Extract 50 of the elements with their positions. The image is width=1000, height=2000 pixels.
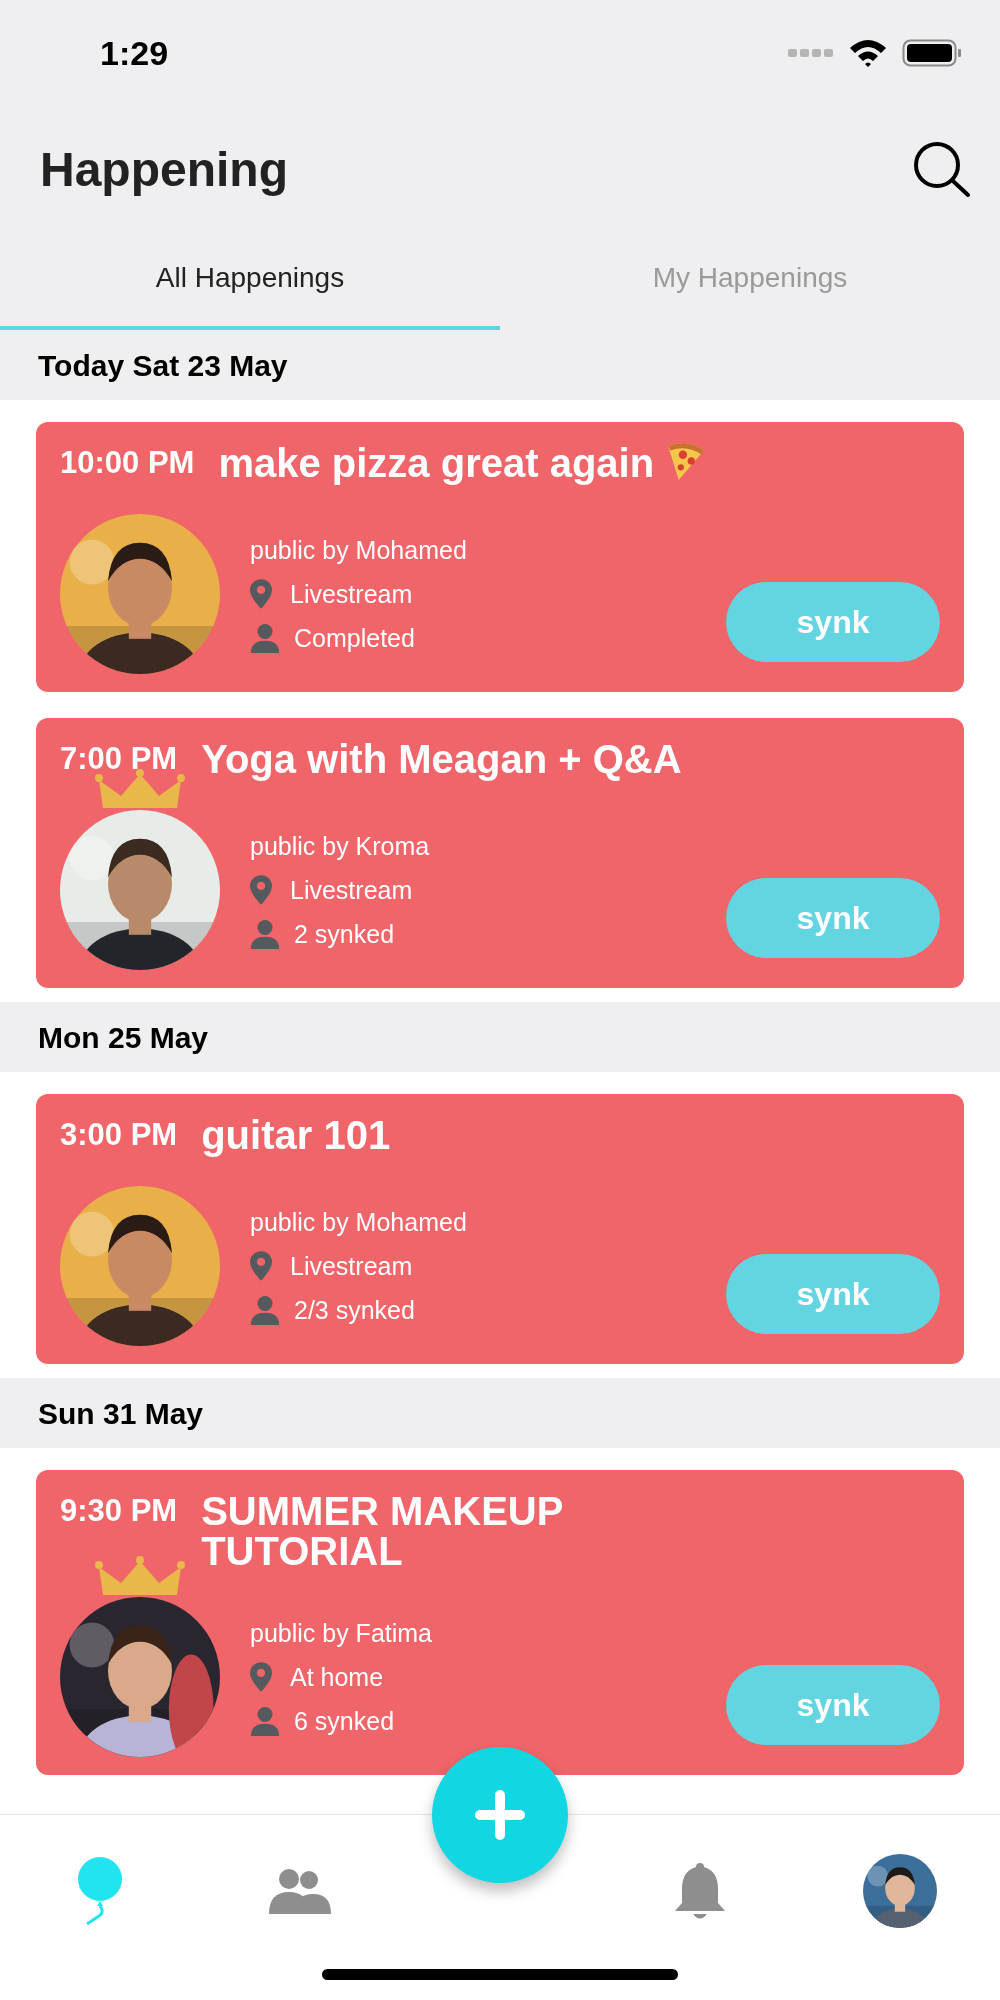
host-label: public by Mohamed: [250, 1207, 467, 1238]
battery-icon: [902, 39, 962, 67]
plus-icon: [475, 1790, 525, 1840]
attendance-label: 2/3 synked: [294, 1295, 415, 1326]
location-pin-icon: [250, 1662, 272, 1692]
search-icon[interactable]: [912, 140, 972, 200]
location-label: Livestream: [290, 875, 413, 906]
event-title: guitar 101: [201, 1112, 391, 1155]
bell-icon[interactable]: [674, 1861, 726, 1921]
status-time: 1:29: [100, 32, 169, 74]
event-time: 10:00 PM: [60, 444, 195, 482]
date-header: Sun 31 May: [38, 1395, 204, 1432]
tab[interactable]: My Happenings: [500, 240, 1000, 330]
synk-button[interactable]: synk: [726, 582, 940, 662]
add-button[interactable]: [432, 1747, 568, 1883]
date-header: Mon 25 May: [38, 1019, 209, 1056]
location-label: Livestream: [290, 579, 413, 610]
synk-button[interactable]: synk: [726, 1254, 940, 1334]
page-title: Happening: [40, 142, 288, 198]
event-card[interactable]: 9:30 PM SUMMER MAKEUP TUTORIAL public by Fatima At home 6 synked synk: [36, 1470, 964, 1775]
location-pin-icon: [250, 875, 272, 905]
person-icon: [250, 623, 280, 653]
synk-button[interactable]: synk: [726, 1665, 940, 1745]
person-icon: [250, 1295, 280, 1325]
host-label: public by Fatima: [250, 1618, 433, 1649]
host-label: public by Kroma: [250, 831, 430, 862]
location-label: Livestream: [290, 1251, 413, 1282]
event-title: Yoga with Meagan + Q&A: [201, 736, 682, 779]
synk-button[interactable]: synk: [726, 878, 940, 958]
event-title: make pizza great again: [218, 440, 655, 483]
person-icon: [250, 919, 280, 949]
attendance-label: Completed: [294, 623, 415, 654]
location-pin-icon: [250, 579, 272, 609]
event-card[interactable]: 10:00 PM make pizza great again public by Mohamed Livestream Completed synk: [36, 422, 964, 692]
event-card[interactable]: 3:00 PM guitar 101 public by Mohamed Livestream 2/3 synked synk: [36, 1094, 964, 1364]
event-title: SUMMER MAKEUP TUTORIAL: [201, 1488, 564, 1571]
date-header: Today Sat 23 May: [38, 347, 288, 384]
wifi-icon: [848, 38, 888, 68]
person-icon: [250, 1706, 280, 1736]
location-pin-icon: [250, 1251, 272, 1281]
host-label: public by Mohamed: [250, 535, 467, 566]
attendance-label: 2 synked: [294, 919, 395, 950]
location-label: At home: [290, 1662, 384, 1693]
event-card[interactable]: 7:00 PM Yoga with Meagan + Q&A public by Kroma Livestream 2 synked synk: [36, 718, 964, 988]
event-time: 3:00 PM: [60, 1116, 178, 1154]
event-time: 9:30 PM: [60, 1492, 178, 1530]
people-icon[interactable]: [269, 1868, 331, 1914]
attendance-label: 6 synked: [294, 1706, 395, 1737]
signal-icon: [788, 48, 834, 58]
event-time: 7:00 PM: [60, 740, 178, 778]
